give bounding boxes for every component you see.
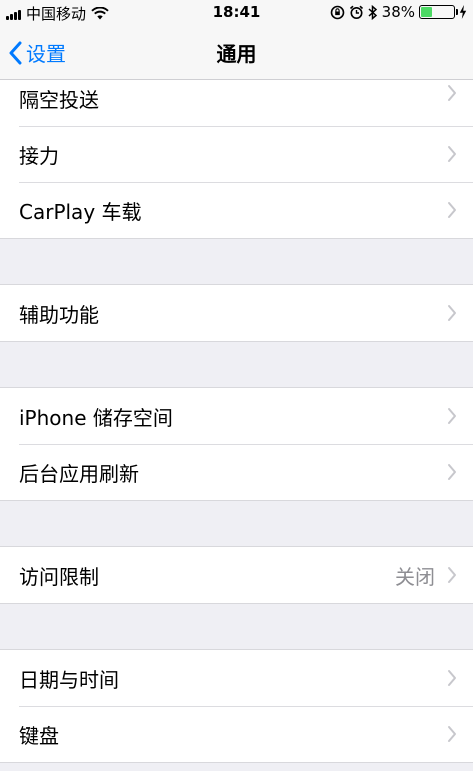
settings-row-label: 访问限制 <box>19 564 99 589</box>
settings-row-label: iPhone 储存空间 <box>19 405 173 430</box>
settings-row-label: 后台应用刷新 <box>19 461 139 486</box>
chevron-right-icon <box>447 725 457 743</box>
chevron-right-icon <box>447 669 457 687</box>
settings-row-label: CarPlay 车载 <box>19 199 142 224</box>
settings-row[interactable]: 隔空投送 <box>0 80 473 126</box>
settings-group: 隔空投送接力 CarPlay 车载 <box>0 80 473 239</box>
settings-row-label: 接力 <box>19 143 59 168</box>
battery-level <box>421 7 432 17</box>
chevron-right-icon <box>447 304 457 322</box>
alarm-icon <box>349 5 363 19</box>
settings-row-label: 辅助功能 <box>19 302 99 327</box>
settings-row[interactable]: 访问限制 关闭 <box>0 547 473 603</box>
settings-row[interactable]: 日期与时间 <box>0 650 473 706</box>
settings-group: iPhone 储存空间 后台应用刷新 <box>0 387 473 501</box>
chevron-right-icon <box>447 463 457 481</box>
chevron-right-icon <box>447 407 457 425</box>
settings-row-label: 键盘 <box>19 723 59 748</box>
settings-row-value: 关闭 <box>395 564 435 589</box>
status-right: 38% <box>330 3 467 21</box>
settings-group: 日期与时间 键盘 <box>0 649 473 763</box>
settings-list: 隔空投送 接力 CarPlay 车载 辅助功能 iPhone 储存空间 后台应用刷新 访问限… <box>0 80 473 763</box>
rotation-lock-icon <box>330 5 344 19</box>
settings-row-label: 日期与时间 <box>19 667 119 692</box>
chevron-right-icon <box>447 201 457 219</box>
settings-row[interactable]: 后台应用刷新 <box>0 444 473 500</box>
charging-bolt-icon <box>459 5 467 19</box>
settings-group: 访问限制 关闭 <box>0 546 473 604</box>
settings-row[interactable]: 键盘 <box>0 706 473 762</box>
settings-group: 辅助功能 <box>0 284 473 342</box>
battery-percent: 38% <box>381 3 415 21</box>
settings-row[interactable]: CarPlay 车载 <box>0 182 473 238</box>
settings-row[interactable]: 辅助功能 <box>0 285 473 341</box>
settings-row-label: 隔空投送 <box>19 88 99 112</box>
page-title: 通用 <box>216 42 257 66</box>
bluetooth-icon <box>368 4 377 20</box>
status-bar: 中国移动 18:41 38% <box>0 0 473 24</box>
navigation-bar: 设置 通用 <box>0 24 473 80</box>
chevron-right-icon <box>447 84 457 102</box>
settings-row[interactable]: 接力 <box>0 126 473 182</box>
settings-row[interactable]: iPhone 储存空间 <box>0 388 473 444</box>
chevron-right-icon <box>447 145 457 163</box>
battery-icon <box>419 5 458 19</box>
chevron-right-icon <box>447 566 457 584</box>
